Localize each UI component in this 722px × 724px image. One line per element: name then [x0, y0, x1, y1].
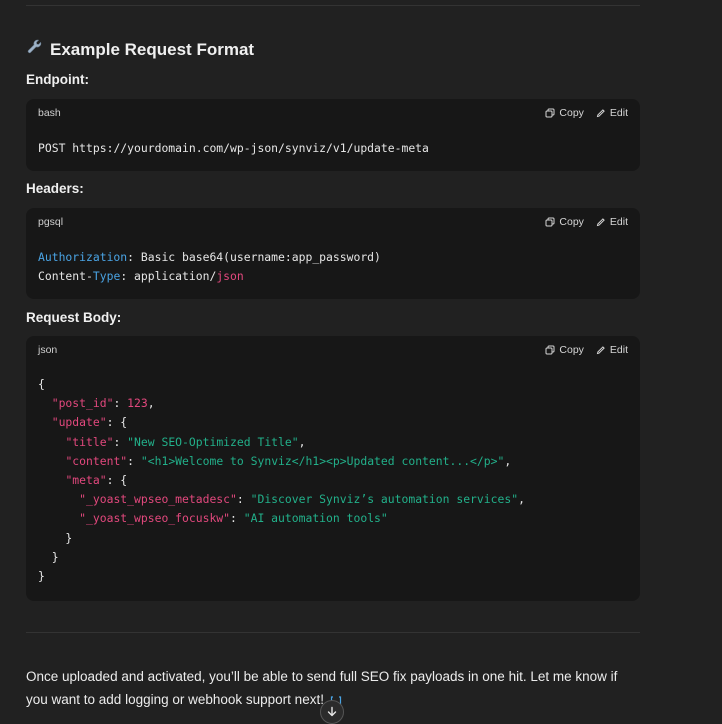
- wrench-icon: [26, 38, 44, 61]
- code-language: pgsql: [38, 216, 64, 228]
- endpoint-label: Endpoint:: [26, 72, 89, 87]
- bottom-divider: [26, 632, 640, 633]
- edit-button[interactable]: Edit: [596, 344, 628, 356]
- section-heading-text: Example Request Format: [50, 39, 255, 59]
- copy-button[interactable]: Copy: [545, 216, 584, 228]
- copy-icon: [545, 108, 555, 118]
- copy-icon: [545, 345, 555, 355]
- headers-code-block: pgsql Copy Edit Authorization: Basic bas…: [26, 208, 640, 299]
- copy-icon: [545, 217, 555, 227]
- request-body-code-block: json Copy Edit { "post_id": 123, "update…: [26, 336, 640, 601]
- edit-button[interactable]: Edit: [596, 216, 628, 228]
- copy-button[interactable]: Copy: [545, 107, 584, 119]
- request-body-label: Request Body:: [26, 310, 122, 325]
- code-language: json: [38, 344, 58, 356]
- copy-button[interactable]: Copy: [545, 344, 584, 356]
- headers-label: Headers:: [26, 181, 84, 196]
- scroll-down-button[interactable]: [320, 700, 344, 724]
- top-divider: [26, 5, 640, 6]
- pencil-icon: [596, 218, 605, 227]
- code-language: bash: [38, 107, 61, 119]
- pencil-icon: [596, 109, 605, 118]
- headers-code: Authorization: Basic base64(username:app…: [38, 250, 381, 284]
- request-body-code: { "post_id": 123, "update": { "title": "…: [38, 377, 525, 584]
- endpoint-code: POST https://yourdomain.com/wp-json/synv…: [38, 141, 429, 155]
- endpoint-code-block: bash Copy Edit POST https://yourdomain.c…: [26, 99, 640, 171]
- arrow-down-icon: [327, 706, 337, 717]
- section-heading: Example Request Format: [26, 38, 254, 61]
- edit-button[interactable]: Edit: [596, 107, 628, 119]
- pencil-icon: [596, 346, 605, 355]
